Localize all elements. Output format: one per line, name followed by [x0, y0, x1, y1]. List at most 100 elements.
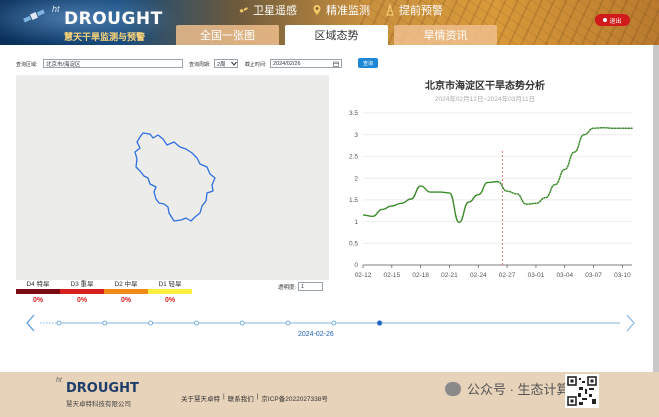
- legend-d2-label: D2 中旱: [114, 281, 138, 288]
- date-input[interactable]: 2024/02/26: [270, 59, 342, 68]
- feature-monitor-label: 精准监测: [326, 5, 370, 17]
- timeline-current-date: 2024-02-26: [298, 331, 334, 338]
- y-tick-label: 0: [354, 262, 358, 269]
- legend-d2: D2 中旱 0%: [104, 281, 148, 304]
- x-tick-label: 02-24: [470, 272, 487, 279]
- location-pin-icon: [313, 5, 321, 15]
- timeline-prev-icon[interactable]: [26, 314, 35, 332]
- timeline-node[interactable]: [193, 320, 199, 326]
- footer-logo-title: DROUGHT: [66, 381, 139, 396]
- haidian-boundary: [134, 132, 216, 222]
- footer-link-contact[interactable]: 联系我们: [228, 393, 254, 403]
- feature-monitor[interactable]: 精准监测: [311, 2, 370, 18]
- y-tick-label: 1.5: [349, 197, 358, 204]
- region-input[interactable]: 北京市/海淀区: [43, 59, 183, 68]
- x-tick-label: 03-01: [528, 272, 545, 279]
- date-value: 2024/02/26: [273, 60, 301, 67]
- wechat-icon: [445, 381, 461, 396]
- opacity-input[interactable]: 1: [298, 282, 324, 291]
- period-value: 2周: [217, 61, 226, 68]
- watermark-text: 公众号 · 生态计算: [467, 382, 570, 397]
- feature-satellite-label: 卫星遥感: [253, 5, 297, 17]
- legend-d1-percent: 0%: [164, 297, 176, 304]
- timeline-next-icon[interactable]: [626, 314, 635, 332]
- y-tick-label: 3: [354, 132, 358, 139]
- watermark: 公众号 · 生态计算: [445, 379, 570, 398]
- legend-d1-label: D1 轻旱: [158, 281, 182, 288]
- timeline-node[interactable]: [102, 320, 108, 326]
- page-scrollbar[interactable]: [653, 45, 659, 372]
- timeline-node[interactable]: [285, 320, 291, 326]
- timeline-node[interactable]: [331, 320, 337, 326]
- satellite-icon: [23, 9, 45, 23]
- legend-d1-swatch: [148, 289, 192, 294]
- legend-d3-label: D3 重旱: [70, 281, 94, 288]
- feature-nav: 卫星遥感 精准监测 提前预警: [238, 2, 443, 18]
- chart-x-ticks: 02-12 02-15 02-18 02-21 02-24 02-27 03-01 03-04…: [355, 265, 631, 279]
- legend-d4-swatch: [16, 289, 60, 294]
- query-submit-button[interactable]: 查询: [358, 58, 378, 68]
- y-tick-label: 1: [354, 219, 358, 226]
- series-observed-line: [362, 180, 498, 224]
- y-tick-label: 3.5: [349, 110, 358, 117]
- period-select[interactable]: 2周: [214, 59, 238, 68]
- legend-d4-label: D4 特旱: [26, 281, 50, 288]
- calendar-icon: [333, 61, 339, 67]
- timeline-node[interactable]: [239, 320, 245, 326]
- legend-d4: D4 特旱 0%: [16, 281, 60, 304]
- chart-grid: [363, 112, 632, 244]
- tab-regional-situation[interactable]: 区域态势: [285, 25, 388, 45]
- date-label: 截止时间:: [245, 62, 267, 68]
- app-logo[interactable]: ht DROUGHT 慧天干旱监测与预警: [52, 4, 162, 42]
- y-tick-label: 2.5: [349, 154, 358, 161]
- district-boundary-svg: [134, 132, 216, 222]
- logo-title: DROUGHT: [64, 9, 163, 29]
- footer-sep-1: |: [223, 393, 225, 400]
- legend-d3-swatch: [60, 289, 104, 294]
- chart-subtitle: 2024年02月12日~2024年03月11日: [434, 96, 536, 103]
- feature-satellite[interactable]: 卫星遥感: [238, 2, 297, 18]
- opacity-control: 透明度: 1: [278, 282, 324, 291]
- legend-d2-percent: 0%: [120, 297, 132, 304]
- drought-trend-chart[interactable]: 00.511.522.533.5 02-12 02-15 02-18 02-21 02-…: [340, 105, 640, 283]
- y-tick-label: 2: [354, 175, 358, 182]
- logo-ht: ht: [52, 4, 60, 14]
- timeline-node[interactable]: [56, 320, 62, 326]
- timeline-node-current[interactable]: [376, 320, 383, 326]
- chevron-down-icon: [230, 61, 237, 66]
- query-bar: 查询区域: 北京市/海淀区 查询周期: 2周 截止时间: 2024/02/26 …: [16, 58, 636, 70]
- logo-subtitle: 慧天干旱监测与预警: [64, 32, 146, 42]
- logout-label: 退出: [609, 18, 622, 25]
- logout-button[interactable]: 退出: [595, 14, 630, 26]
- tab-drought-news[interactable]: 旱情资讯: [394, 25, 497, 45]
- x-tick-label: 02-12: [355, 272, 372, 279]
- qr-code-icon: [565, 374, 599, 408]
- legend-d1: D1 轻旱 0%: [148, 281, 192, 304]
- drought-legend: D4 特旱 0% D3 重旱 0% D2 中旱 0% D1 轻旱 0%: [16, 281, 216, 307]
- footer-link-about[interactable]: 关于慧天卓特: [181, 393, 220, 403]
- main-tabs: 全国一张图 区域态势 旱情资讯: [176, 25, 497, 45]
- satellite-dish-icon: [239, 7, 248, 13]
- x-tick-label: 02-27: [499, 272, 516, 279]
- x-tick-label: 03-07: [585, 272, 602, 279]
- chart-title: 北京市海淀区干旱态势分析: [425, 81, 545, 92]
- warning-tower-icon: [386, 4, 394, 16]
- footer-logo-ht: ht: [56, 377, 62, 384]
- footer-company: 慧天卓特科技有限公司: [66, 401, 131, 408]
- tab-national-map[interactable]: 全国一张图: [176, 25, 279, 45]
- x-tick-label: 02-15: [384, 272, 401, 279]
- series-forecast-line: [496, 127, 633, 205]
- chart-y-ticks: 0 0.5 1 1.5 2 2.5 3 3.5: [349, 110, 358, 269]
- footer-sep-2: |: [256, 393, 259, 400]
- x-tick-label: 03-10: [614, 272, 631, 279]
- x-tick-label: 02-21: [441, 272, 458, 279]
- legend-d2-swatch: [104, 289, 148, 294]
- opacity-label: 透明度:: [278, 284, 297, 291]
- footer-icp[interactable]: 京ICP备2022027338号: [261, 393, 328, 403]
- timeline-node[interactable]: [148, 320, 154, 326]
- region-label: 查询区域:: [16, 62, 38, 68]
- region-map[interactable]: [16, 75, 329, 280]
- x-tick-label: 02-18: [412, 272, 429, 279]
- legend-d3: D3 重旱 0%: [60, 281, 104, 304]
- feature-warning[interactable]: 提前预警: [384, 2, 443, 18]
